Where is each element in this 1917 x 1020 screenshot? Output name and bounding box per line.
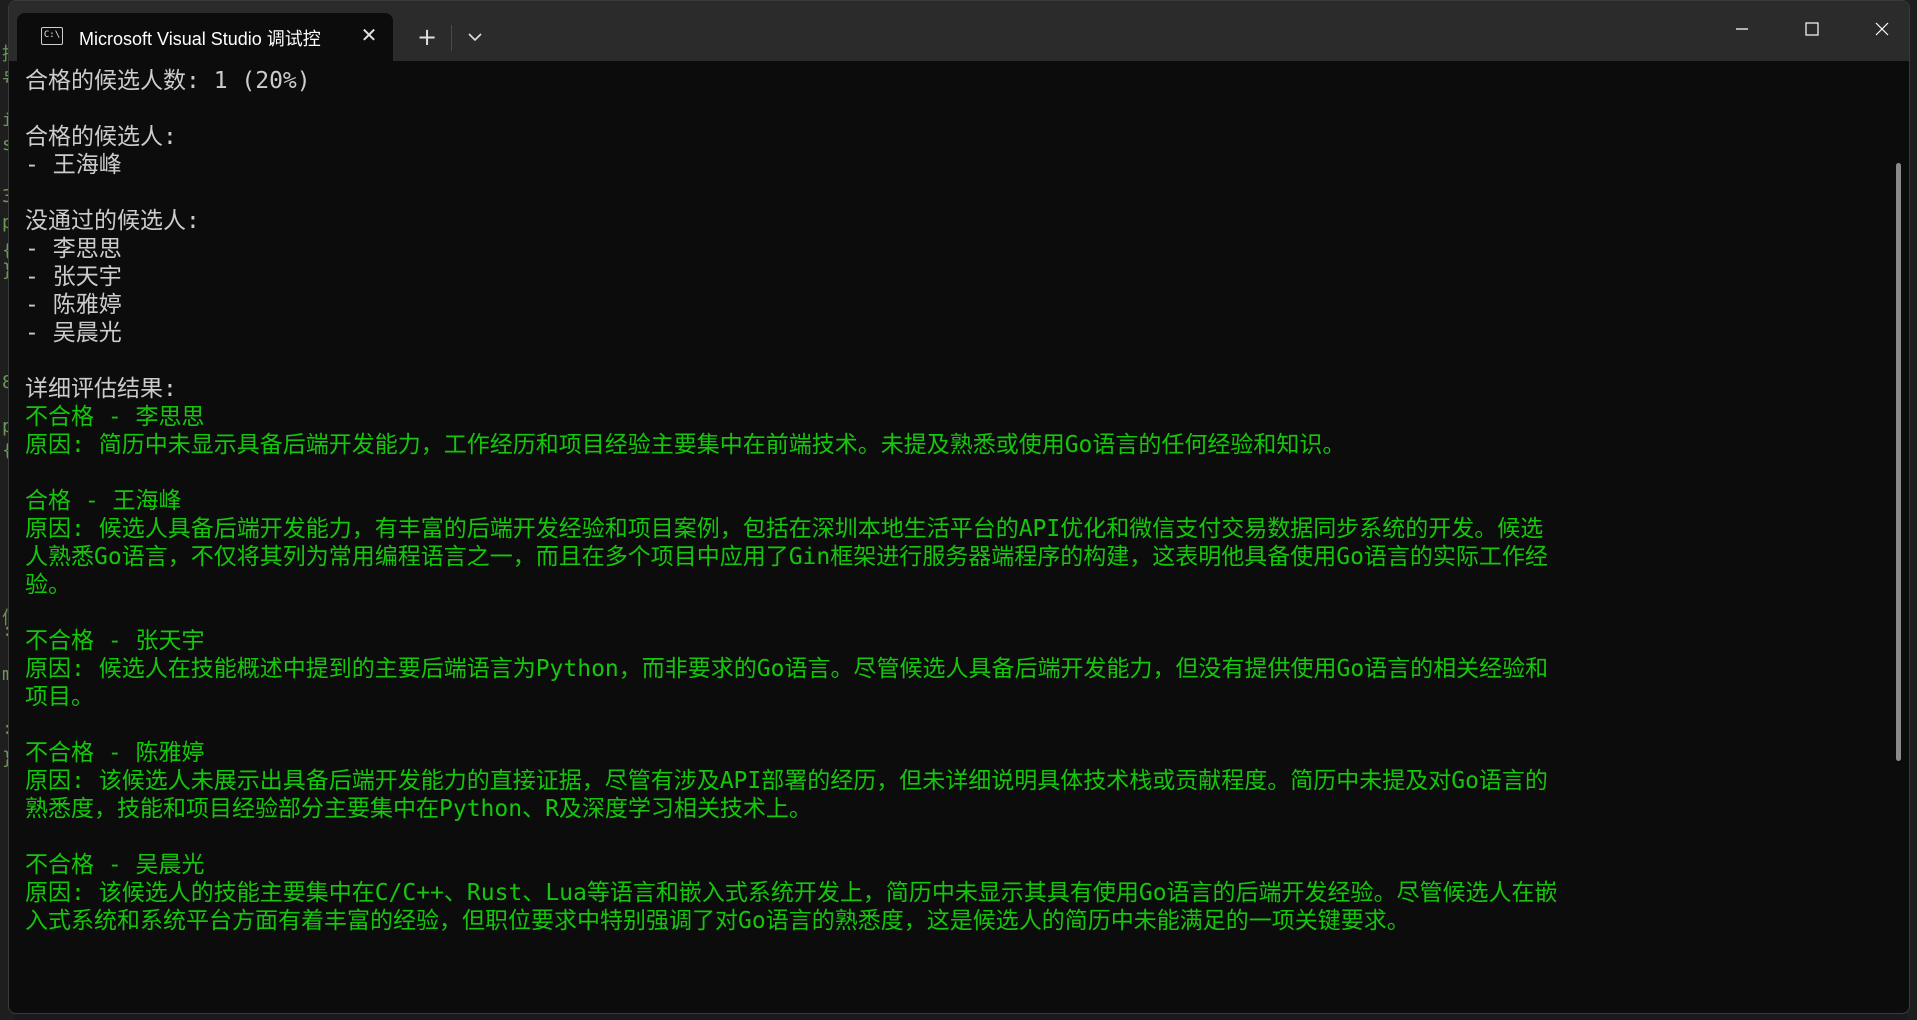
minimize-button[interactable] <box>1707 1 1777 59</box>
console-line: 项目。 <box>25 683 1865 711</box>
console-line: 不合格 - 吴晨光 <box>25 851 1865 879</box>
console-line: - 李思思 <box>25 235 1865 263</box>
console-line: 原因: 候选人具备后端开发能力，有丰富的后端开发经验和项目案例，包括在深圳本地生… <box>25 515 1865 543</box>
console-line: 原因: 该候选人的技能主要集中在C/C++、Rust、Lua等语言和嵌入式系统开… <box>25 879 1865 907</box>
chevron-down-icon-glyph <box>468 32 482 42</box>
console-line: 验。 <box>25 571 1865 599</box>
tab-divider <box>451 25 452 51</box>
console-line <box>25 599 1865 627</box>
title-bar: C:\ Microsoft Visual Studio 调试控 ✕ + <box>9 1 1909 61</box>
console-line <box>25 711 1865 739</box>
console-line: 不合格 - 陈雅婷 <box>25 739 1865 767</box>
console-line: - 陈雅婷 <box>25 291 1865 319</box>
tab-title: Microsoft Visual Studio 调试控 <box>79 25 347 51</box>
console-line: 合格的候选人数: 1 (20%) <box>25 67 1865 95</box>
close-tab-button[interactable]: ✕ <box>353 19 385 51</box>
close-window-button[interactable] <box>1847 1 1910 59</box>
chevron-down-icon[interactable] <box>455 19 495 55</box>
console-line: 原因: 候选人在技能概述中提到的主要后端语言为Python，而非要求的Go语言。… <box>25 655 1865 683</box>
console-line <box>25 95 1865 123</box>
console-line <box>25 823 1865 851</box>
console-line: 合格 - 王海峰 <box>25 487 1865 515</box>
console-line: - 吴晨光 <box>25 319 1865 347</box>
console-line: 详细评估结果: <box>25 375 1865 403</box>
scrollbar-thumb[interactable] <box>1896 163 1901 761</box>
console-line: 合格的候选人: <box>25 123 1865 151</box>
console-line <box>25 179 1865 207</box>
console-line: 入式系统和系统平台方面有着丰富的经验，但职位要求中特别强调了对Go语言的熟悉度，… <box>25 907 1865 935</box>
console-output[interactable]: 合格的候选人数: 1 (20%) 合格的候选人:- 王海峰没通过的候选人:- 李思… <box>25 67 1865 1007</box>
console-line: 不合格 - 张天宇 <box>25 627 1865 655</box>
tab-debug-console[interactable]: C:\ Microsoft Visual Studio 调试控 ✕ <box>17 13 393 61</box>
maximize-icon <box>1804 21 1820 37</box>
console-line: 没通过的候选人: <box>25 207 1865 235</box>
terminal-window: C:\ Microsoft Visual Studio 调试控 ✕ + 合格的候… <box>8 0 1910 1014</box>
close-icon <box>1874 21 1890 37</box>
console-line: - 张天宇 <box>25 263 1865 291</box>
maximize-button[interactable] <box>1777 1 1847 59</box>
console-line: - 王海峰 <box>25 151 1865 179</box>
console-line: 不合格 - 李思思 <box>25 403 1865 431</box>
console-line <box>25 347 1865 375</box>
console-line <box>25 459 1865 487</box>
console-icon: C:\ <box>41 27 63 45</box>
minimize-icon <box>1734 21 1750 37</box>
console-line: 人熟悉Go语言，不仅将其列为常用编程语言之一，而且在多个项目中应用了Gin框架进… <box>25 543 1865 571</box>
new-tab-button[interactable]: + <box>407 19 447 55</box>
console-line: 原因: 该候选人未展示出具备后端开发能力的直接证据，尽管有涉及API部署的经历，… <box>25 767 1865 795</box>
console-line: 原因: 简历中未显示具备后端开发能力，工作经历和项目经验主要集中在前端技术。未提… <box>25 431 1865 459</box>
console-line: 熟悉度，技能和项目经验部分主要集中在Python、R及深度学习相关技术上。 <box>25 795 1865 823</box>
